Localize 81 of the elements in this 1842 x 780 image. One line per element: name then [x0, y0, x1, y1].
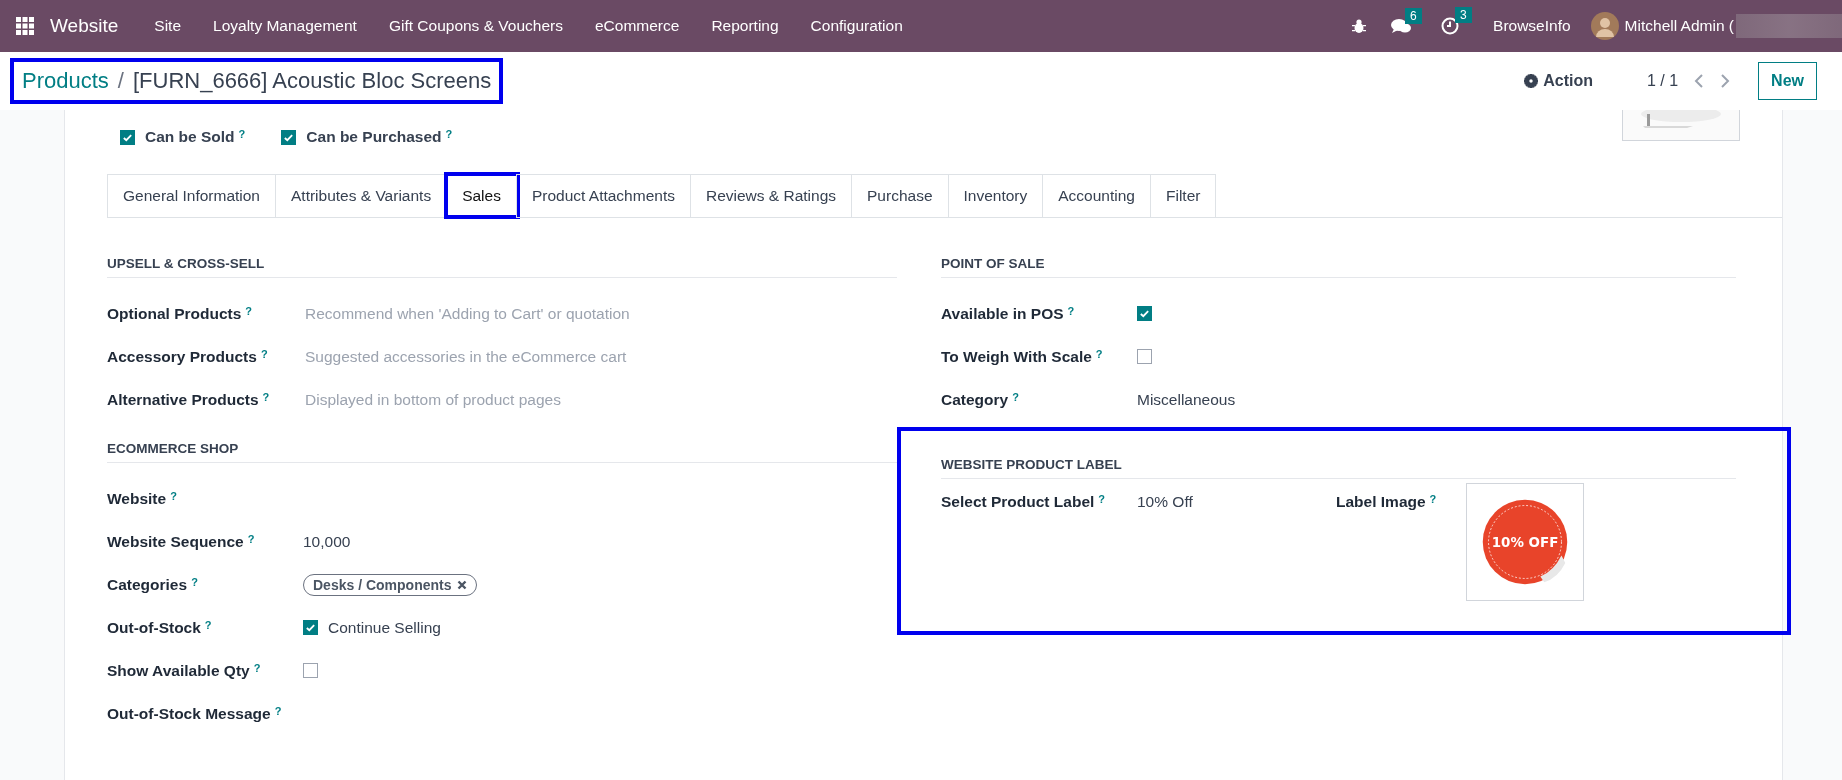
app-name[interactable]: Website	[50, 15, 119, 37]
check-icon	[1139, 308, 1150, 319]
user-name[interactable]: Mitchell Admin (	[1624, 17, 1734, 35]
action-button[interactable]: Action	[1518, 71, 1599, 91]
activity-count-badge: 3	[1455, 7, 1472, 23]
new-button[interactable]: New	[1758, 62, 1817, 100]
field-label: Categories	[107, 575, 188, 594]
menu-item[interactable]: Reporting	[695, 17, 795, 35]
input-field[interactable]: Recommend when 'Adding to Cart' or quotation	[303, 303, 867, 324]
company-name[interactable]: BrowseInfo	[1493, 17, 1571, 35]
tag-label: Desks / Components	[313, 576, 452, 593]
field-label: Alternative Products	[107, 390, 259, 409]
field-label: Website	[107, 489, 167, 508]
help-mark[interactable]: ?	[260, 347, 268, 360]
field-label: Select Product Label	[941, 493, 1095, 511]
breadcrumb-link[interactable]: Products	[22, 68, 109, 94]
field-label: Can be Purchased	[306, 128, 442, 146]
previous-icon[interactable]	[1694, 73, 1705, 89]
menu-item[interactable]: eCommerce	[578, 17, 696, 35]
field-label: Website Sequence	[107, 532, 244, 551]
image-frame[interactable]: 10% OFF	[1466, 483, 1584, 601]
field-label: Show Available Qty	[107, 661, 250, 680]
help-mark[interactable]: ?	[170, 489, 177, 502]
breadcrumb-separator: /	[117, 68, 124, 94]
help-mark[interactable]: ?	[191, 575, 198, 588]
bug-icon[interactable]	[1351, 18, 1368, 34]
help-mark[interactable]: ?	[1429, 493, 1437, 505]
help-mark[interactable]: ?	[1067, 304, 1075, 317]
field-label: Out-of-Stock	[107, 618, 201, 637]
avatar-icon[interactable]	[1590, 12, 1619, 40]
field-label: Accessory Products	[107, 347, 257, 366]
gear-icon	[1524, 74, 1539, 88]
checkbox[interactable]	[1137, 349, 1152, 364]
menu-item[interactable]: Loyalty Management	[197, 17, 373, 35]
record-title: [FURN_6666] Acoustic Bloc Screens	[132, 68, 492, 94]
help-mark[interactable]: ?	[1012, 390, 1019, 403]
checkbox[interactable]	[303, 663, 318, 678]
field-value: 10% Off	[1137, 493, 1193, 511]
section-title: ECOMMERCE SHOP	[107, 441, 897, 463]
checkbox[interactable]	[303, 620, 318, 635]
help-mark[interactable]: ?	[1098, 493, 1106, 505]
pager-value: 1 / 1	[1646, 72, 1679, 90]
next-icon[interactable]	[1720, 73, 1731, 89]
section-title: POINT OF SALE	[941, 256, 1736, 278]
tab[interactable]: Product Attachments	[515, 174, 691, 218]
clock-icon[interactable]	[1441, 17, 1460, 35]
tab[interactable]: General Information	[107, 174, 276, 218]
field-value: 10,000	[303, 532, 351, 551]
help-mark[interactable]: ?	[247, 532, 255, 545]
help-mark[interactable]: ?	[253, 661, 261, 674]
section-title: WEBSITE PRODUCT LABEL	[941, 457, 1736, 479]
checkbox[interactable]	[120, 129, 135, 145]
help-mark[interactable]: ?	[204, 618, 212, 631]
remove-icon[interactable]	[457, 579, 468, 590]
section-title: UPSELL & CROSS-SELL	[107, 256, 897, 278]
help-mark[interactable]: ?	[262, 390, 270, 403]
help-mark[interactable]: ?	[1095, 347, 1103, 360]
input-field[interactable]: Suggested accessories in the eCommerce cart	[303, 346, 867, 367]
field-label: To Weigh With Scale	[941, 347, 1092, 366]
field-value: Miscellaneous	[1137, 390, 1236, 409]
field-label: Out-of-Stock Message	[107, 704, 271, 723]
message-count-badge: 6	[1405, 8, 1422, 24]
checkbox-label: Continue Selling	[328, 618, 441, 637]
help-mark[interactable]: ?	[445, 128, 453, 140]
help-mark[interactable]: ?	[245, 304, 253, 317]
field-label: Optional Products	[107, 304, 242, 323]
checkbox[interactable]	[281, 129, 297, 145]
help-mark[interactable]: ?	[274, 704, 282, 717]
menu-item[interactable]: Site	[138, 17, 197, 35]
input-field[interactable]: Displayed in bottom of product pages	[303, 389, 867, 410]
menu-item[interactable]: Configuration	[794, 17, 919, 35]
help-mark[interactable]: ?	[238, 128, 246, 140]
tab[interactable]: Filter	[1150, 174, 1217, 218]
field-label: Available in POS	[941, 304, 1064, 323]
checkbox[interactable]	[1137, 306, 1152, 321]
field-label: Label Image	[1336, 493, 1426, 511]
menu-item[interactable]: Gift Coupons & Vouchers	[372, 17, 579, 35]
check-icon	[305, 622, 316, 633]
apps-grid-icon[interactable]	[16, 17, 34, 35]
field-label: Can be Sold	[145, 128, 235, 146]
field-label: Category	[941, 390, 1009, 409]
